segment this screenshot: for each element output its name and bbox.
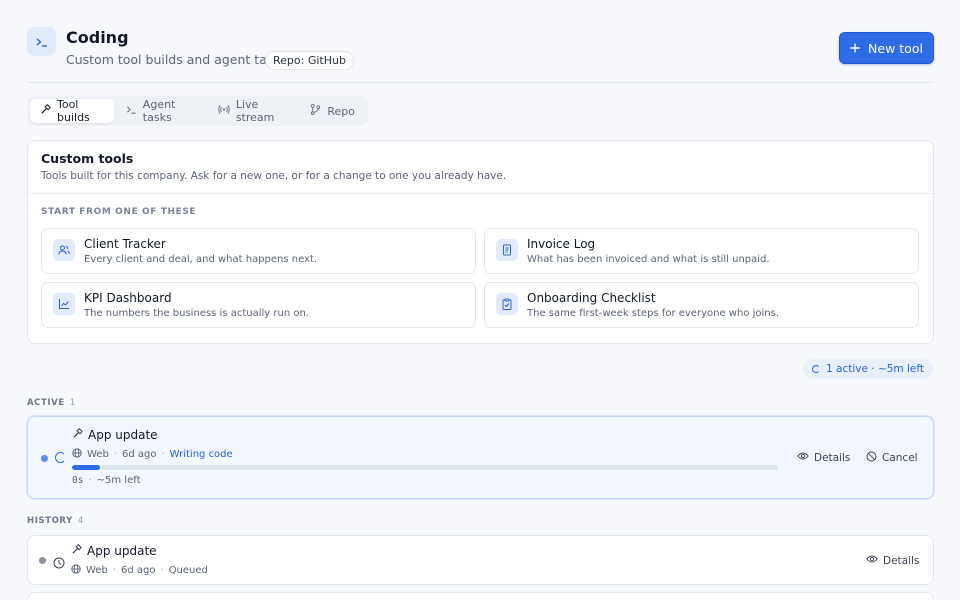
spinner-icon	[812, 365, 820, 373]
git-branch-icon	[310, 104, 321, 118]
section-title: ACTIVE	[27, 398, 65, 408]
tab-label: Repo	[327, 104, 355, 118]
eye-icon	[866, 554, 878, 567]
template-invoice-log[interactable]: Invoice Log What has been invoiced and w…	[484, 228, 919, 274]
hammer-icon	[40, 104, 51, 118]
receipt-icon	[496, 239, 518, 261]
status-dot	[39, 557, 46, 564]
new-tool-button[interactable]: New tool	[839, 32, 934, 64]
custom-tools-card: Custom tools Tools built for this compan…	[27, 140, 934, 344]
plus-icon	[850, 41, 860, 56]
template-name: Invoice Log	[527, 237, 596, 251]
line-chart-icon	[53, 293, 75, 315]
tab-tool-builds[interactable]: Tool builds	[30, 98, 114, 124]
broadcast-icon	[218, 104, 230, 118]
meta-separator: ·	[160, 565, 164, 576]
template-onboarding-checklist[interactable]: Onboarding Checklist The same first-week…	[484, 282, 919, 328]
tab-agent-tasks[interactable]: Agent tasks	[116, 98, 206, 124]
template-description: What has been invoiced and what is still…	[527, 254, 770, 265]
history-section-label: HISTORY 4	[27, 516, 84, 526]
job-stage: Writing code	[169, 449, 233, 460]
cancel-label: Cancel	[882, 452, 918, 464]
cancel-icon	[866, 451, 877, 465]
job-meta: Web · 6d ago · Writing code	[72, 448, 233, 461]
job-platform: Web	[87, 449, 109, 460]
meta-separator: ·	[88, 475, 92, 486]
active-section-label: ACTIVE 1	[27, 398, 76, 408]
history-job-row[interactable]	[27, 592, 934, 600]
tab-live-stream[interactable]: Live stream	[208, 98, 299, 124]
clock-icon	[53, 554, 65, 573]
section-title: HISTORY	[27, 516, 73, 526]
job-age: 6d ago	[121, 565, 156, 576]
details-label: Details	[814, 451, 851, 464]
job-title: App update	[72, 428, 158, 442]
clipboard-check-icon	[496, 293, 518, 315]
template-description: The numbers the business is actually run…	[84, 308, 309, 319]
page-subtitle: Custom tool builds and agent tasks	[66, 52, 288, 67]
templates-label: START FROM ONE OF THESE	[41, 207, 197, 217]
cancel-button[interactable]: Cancel	[866, 451, 918, 465]
terminal-icon	[126, 104, 137, 118]
job-progress-bar	[72, 465, 778, 470]
spinner-icon	[55, 452, 66, 463]
template-name: Client Tracker	[84, 237, 166, 251]
tab-bar: Tool builds Agent tasks Live stream Repo	[27, 96, 368, 126]
page-title: Coding	[66, 28, 129, 47]
tab-label: Tool builds	[57, 98, 90, 124]
status-pill-text: 1 active · ~5m left	[826, 363, 924, 375]
tab-repo[interactable]: Repo	[300, 99, 365, 123]
template-name: Onboarding Checklist	[527, 291, 656, 305]
template-description: Every client and deal, and what happens …	[84, 254, 318, 265]
section-count: 1	[69, 398, 76, 408]
active-job-row[interactable]: App update Web · 6d ago · Writing code 0…	[27, 416, 934, 499]
details-button[interactable]: Details	[866, 554, 919, 567]
hammer-icon	[71, 544, 82, 558]
new-tool-label: New tool	[868, 40, 923, 56]
card-title: Custom tools	[41, 151, 134, 166]
template-name: KPI Dashboard	[84, 291, 172, 305]
job-platform: Web	[86, 565, 108, 576]
repo-badge[interactable]: Repo: GitHub	[265, 51, 354, 70]
template-description: The same first-week steps for everyone w…	[527, 308, 779, 319]
job-title-text: App update	[87, 544, 157, 558]
users-icon	[53, 239, 75, 261]
job-status: Queued	[168, 565, 208, 576]
globe-icon	[72, 448, 82, 461]
page-header: Coding Custom tool builds and agent task…	[27, 26, 934, 70]
card-description: Tools built for this company. Ask for a …	[41, 170, 507, 182]
remaining-time: ~5m left	[96, 475, 141, 486]
card-divider	[28, 193, 933, 194]
template-client-tracker[interactable]: Client Tracker Every client and deal, an…	[41, 228, 476, 274]
eye-icon	[797, 451, 809, 464]
job-title-text: App update	[88, 428, 158, 442]
section-count: 4	[77, 516, 84, 526]
tab-label: Live stream	[235, 98, 275, 124]
job-title: App update	[71, 544, 157, 558]
meta-separator: ·	[161, 449, 165, 460]
template-kpi-dashboard[interactable]: KPI Dashboard The numbers the business i…	[41, 282, 476, 328]
terminal-prompt-icon	[27, 27, 56, 56]
details-label: Details	[883, 554, 920, 567]
tab-label: Agent tasks	[142, 98, 176, 124]
job-timer: 0s · ~5m left	[72, 475, 141, 486]
meta-separator: ·	[113, 449, 117, 460]
status-dot	[41, 455, 48, 462]
details-button[interactable]: Details	[797, 451, 850, 464]
elapsed-time: 0s	[72, 475, 84, 486]
header-divider	[27, 82, 934, 83]
job-age: 6d ago	[122, 449, 157, 460]
job-meta: Web · 6d ago · Queued	[71, 564, 208, 577]
history-job-row[interactable]: App update Web · 6d ago · Queued Details	[27, 535, 934, 585]
meta-separator: ·	[112, 565, 116, 576]
hammer-icon	[72, 428, 83, 442]
progress-fill	[72, 465, 101, 470]
globe-icon	[71, 564, 81, 577]
active-status-pill: 1 active · ~5m left	[803, 359, 933, 379]
